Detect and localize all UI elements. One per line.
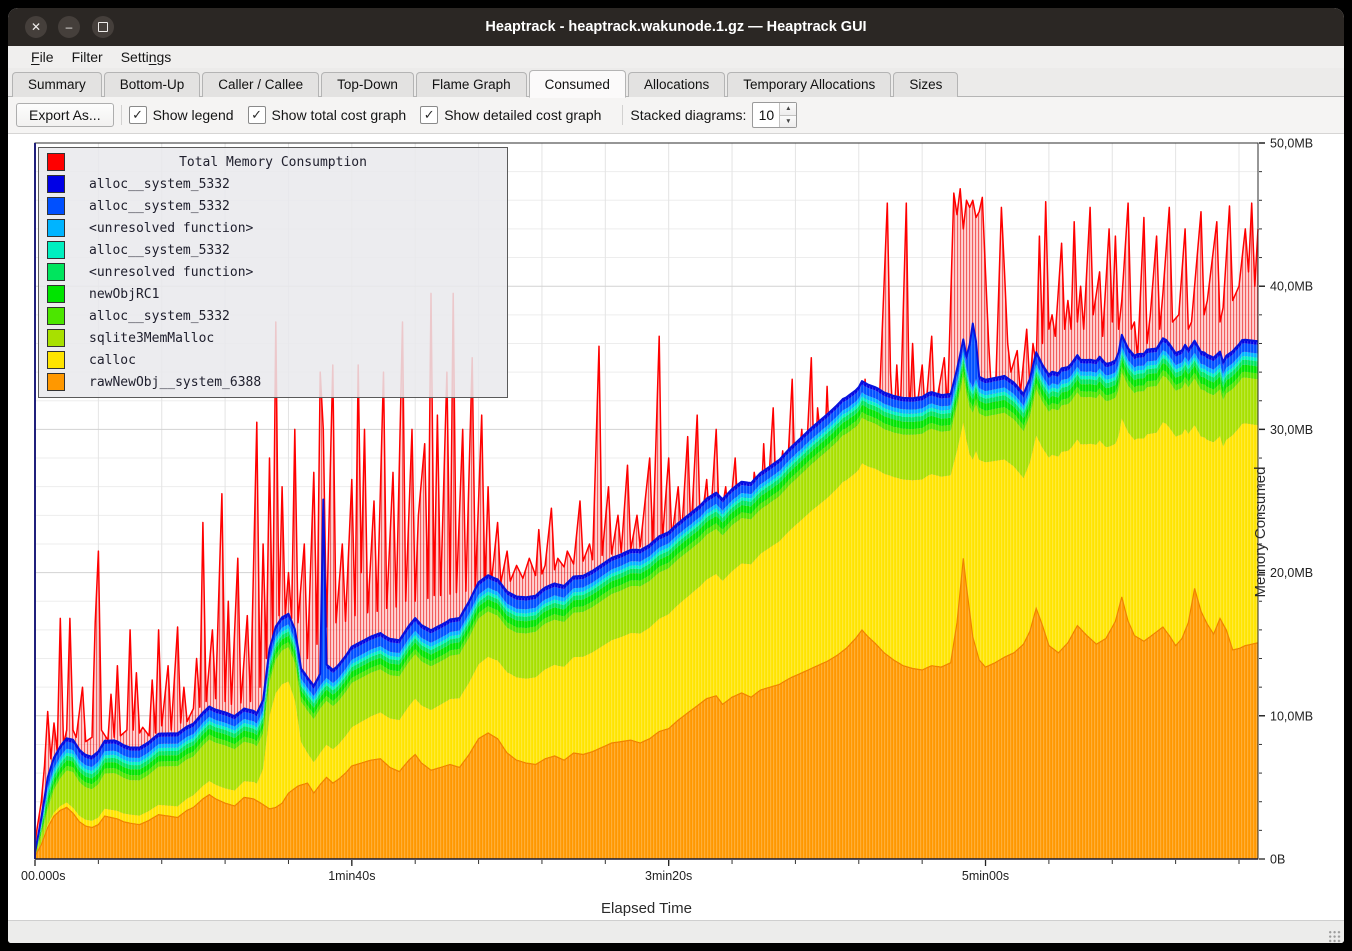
- y-tick-label: 20,0MB: [1270, 566, 1313, 580]
- menu-item-filter[interactable]: Filter: [63, 46, 112, 68]
- tab-bar: SummaryBottom-UpCaller / CalleeTop-DownF…: [8, 68, 1344, 97]
- checkbox-show-detailed-cost-graph[interactable]: ✓ Show detailed cost graph: [420, 106, 601, 124]
- legend-label: sqlite3MemMalloc: [89, 331, 214, 346]
- tab-summary[interactable]: Summary: [12, 72, 102, 97]
- legend-row: Total Memory Consumption: [39, 151, 507, 173]
- checkbox-label: Show detailed cost graph: [444, 107, 601, 123]
- menu-item-settings[interactable]: Settings: [112, 46, 181, 68]
- title-bar: ✕ – Heaptrack - heaptrack.wakunode.1.gz …: [8, 8, 1344, 46]
- checkbox-checked-icon[interactable]: ✓: [129, 106, 147, 124]
- x-tick-label: 5min00s: [962, 869, 1009, 883]
- minimize-icon[interactable]: –: [58, 16, 80, 38]
- y-tick-label: 0B: [1270, 853, 1285, 867]
- legend-label: calloc: [89, 353, 136, 368]
- checkbox-label: Show total cost graph: [272, 107, 407, 123]
- checkbox-show-total-cost-graph[interactable]: ✓ Show total cost graph: [248, 106, 407, 124]
- legend-row: <unresolved function>: [39, 261, 507, 283]
- tab-allocations[interactable]: Allocations: [628, 72, 725, 97]
- status-bar: [8, 920, 1344, 943]
- legend-swatch: [47, 329, 65, 347]
- checkbox-label: Show legend: [153, 107, 234, 123]
- legend-row: newObjRC1: [39, 283, 507, 305]
- close-icon[interactable]: ✕: [25, 16, 47, 38]
- stacked-diagrams-label: Stacked diagrams:: [630, 107, 746, 123]
- tab-caller-callee[interactable]: Caller / Callee: [202, 72, 319, 97]
- tab-flame-graph[interactable]: Flame Graph: [416, 72, 527, 97]
- y-tick-label: 40,0MB: [1270, 280, 1313, 294]
- legend-row: rawNewObj__system_6388: [39, 371, 507, 393]
- legend-swatch: [47, 175, 65, 193]
- maximize-icon[interactable]: [92, 16, 114, 38]
- legend-label: alloc__system_5332: [89, 243, 230, 258]
- legend-swatch: [47, 373, 65, 391]
- menu-item-file[interactable]: File: [22, 46, 63, 68]
- stacked-diagrams-spinner[interactable]: 10 ▲ ▼: [752, 102, 797, 128]
- close-glyph: ✕: [31, 21, 41, 33]
- toolbar-separator: [622, 105, 623, 125]
- legend-swatch: [47, 219, 65, 237]
- x-tick-label: 1min40s: [328, 869, 375, 883]
- legend-label: alloc__system_5332: [89, 199, 230, 214]
- legend-swatch: [47, 351, 65, 369]
- tab-top-down[interactable]: Top-Down: [321, 72, 414, 97]
- tab-bottom-up[interactable]: Bottom-Up: [104, 72, 201, 97]
- spinner-buttons: ▲ ▼: [779, 103, 796, 127]
- legend-row: <unresolved function>: [39, 217, 507, 239]
- legend-label: newObjRC1: [89, 287, 159, 302]
- tab-sizes[interactable]: Sizes: [893, 72, 958, 97]
- legend-row: sqlite3MemMalloc: [39, 327, 507, 349]
- legend-swatch: [47, 263, 65, 281]
- y-tick-label: 10,0MB: [1270, 709, 1313, 723]
- legend-row: calloc: [39, 349, 507, 371]
- legend-swatch: [47, 241, 65, 259]
- legend-row: alloc__system_5332: [39, 239, 507, 261]
- checkbox-checked-icon[interactable]: ✓: [420, 106, 438, 124]
- maximize-glyph: [98, 22, 108, 32]
- legend-row: alloc__system_5332: [39, 305, 507, 327]
- checkbox-show-legend[interactable]: ✓ Show legend: [129, 106, 234, 124]
- legend-label: alloc__system_5332: [89, 309, 230, 324]
- toolbar-separator: [121, 105, 122, 125]
- checkbox-group: ✓ Show legend ✓ Show total cost graph ✓ Show …: [129, 106, 616, 124]
- resize-grip-icon[interactable]: [1328, 930, 1341, 943]
- legend-label: <unresolved function>: [89, 265, 253, 280]
- window-title: Heaptrack - heaptrack.wakunode.1.gz — He…: [8, 19, 1344, 35]
- app-window: ✕ – Heaptrack - heaptrack.wakunode.1.gz …: [8, 8, 1344, 943]
- legend-label: Total Memory Consumption: [39, 155, 507, 170]
- toolbar: Export As... ✓ Show legend ✓ Show total cos…: [8, 97, 1344, 134]
- x-tick-label: 00.000s: [21, 869, 65, 883]
- legend-label: <unresolved function>: [89, 221, 253, 236]
- chart-panel: 00.000s 1min40s 3min20s 5min00s 0B 10,0MB 20,0…: [8, 134, 1344, 920]
- legend-label: alloc__system_5332: [89, 177, 230, 192]
- minimize-glyph: –: [66, 21, 73, 33]
- tab-temporary-allocations[interactable]: Temporary Allocations: [727, 72, 891, 97]
- legend-row: alloc__system_5332: [39, 195, 507, 217]
- y-tick-label: 30,0MB: [1270, 423, 1313, 437]
- legend-swatch: [47, 197, 65, 215]
- spinner-up-icon[interactable]: ▲: [780, 103, 796, 116]
- stacked-diagrams-value[interactable]: 10: [753, 103, 779, 127]
- legend-label: rawNewObj__system_6388: [89, 375, 261, 390]
- y-axis-title: Memory Consumed: [1252, 452, 1272, 612]
- tab-consumed[interactable]: Consumed: [529, 70, 626, 98]
- chart-legend: Total Memory Consumption alloc__system_53…: [38, 147, 508, 398]
- spinner-down-icon[interactable]: ▼: [780, 116, 796, 128]
- x-tick-label: 3min20s: [645, 869, 692, 883]
- menu-bar: FileFilterSettings: [8, 46, 1344, 68]
- export-as-button[interactable]: Export As...: [16, 103, 114, 127]
- y-tick-label: 50,0MB: [1270, 137, 1313, 151]
- legend-swatch: [47, 285, 65, 303]
- legend-row: alloc__system_5332: [39, 173, 507, 195]
- legend-swatch: [47, 307, 65, 325]
- x-axis-title: Elapsed Time: [35, 900, 1258, 917]
- checkbox-checked-icon[interactable]: ✓: [248, 106, 266, 124]
